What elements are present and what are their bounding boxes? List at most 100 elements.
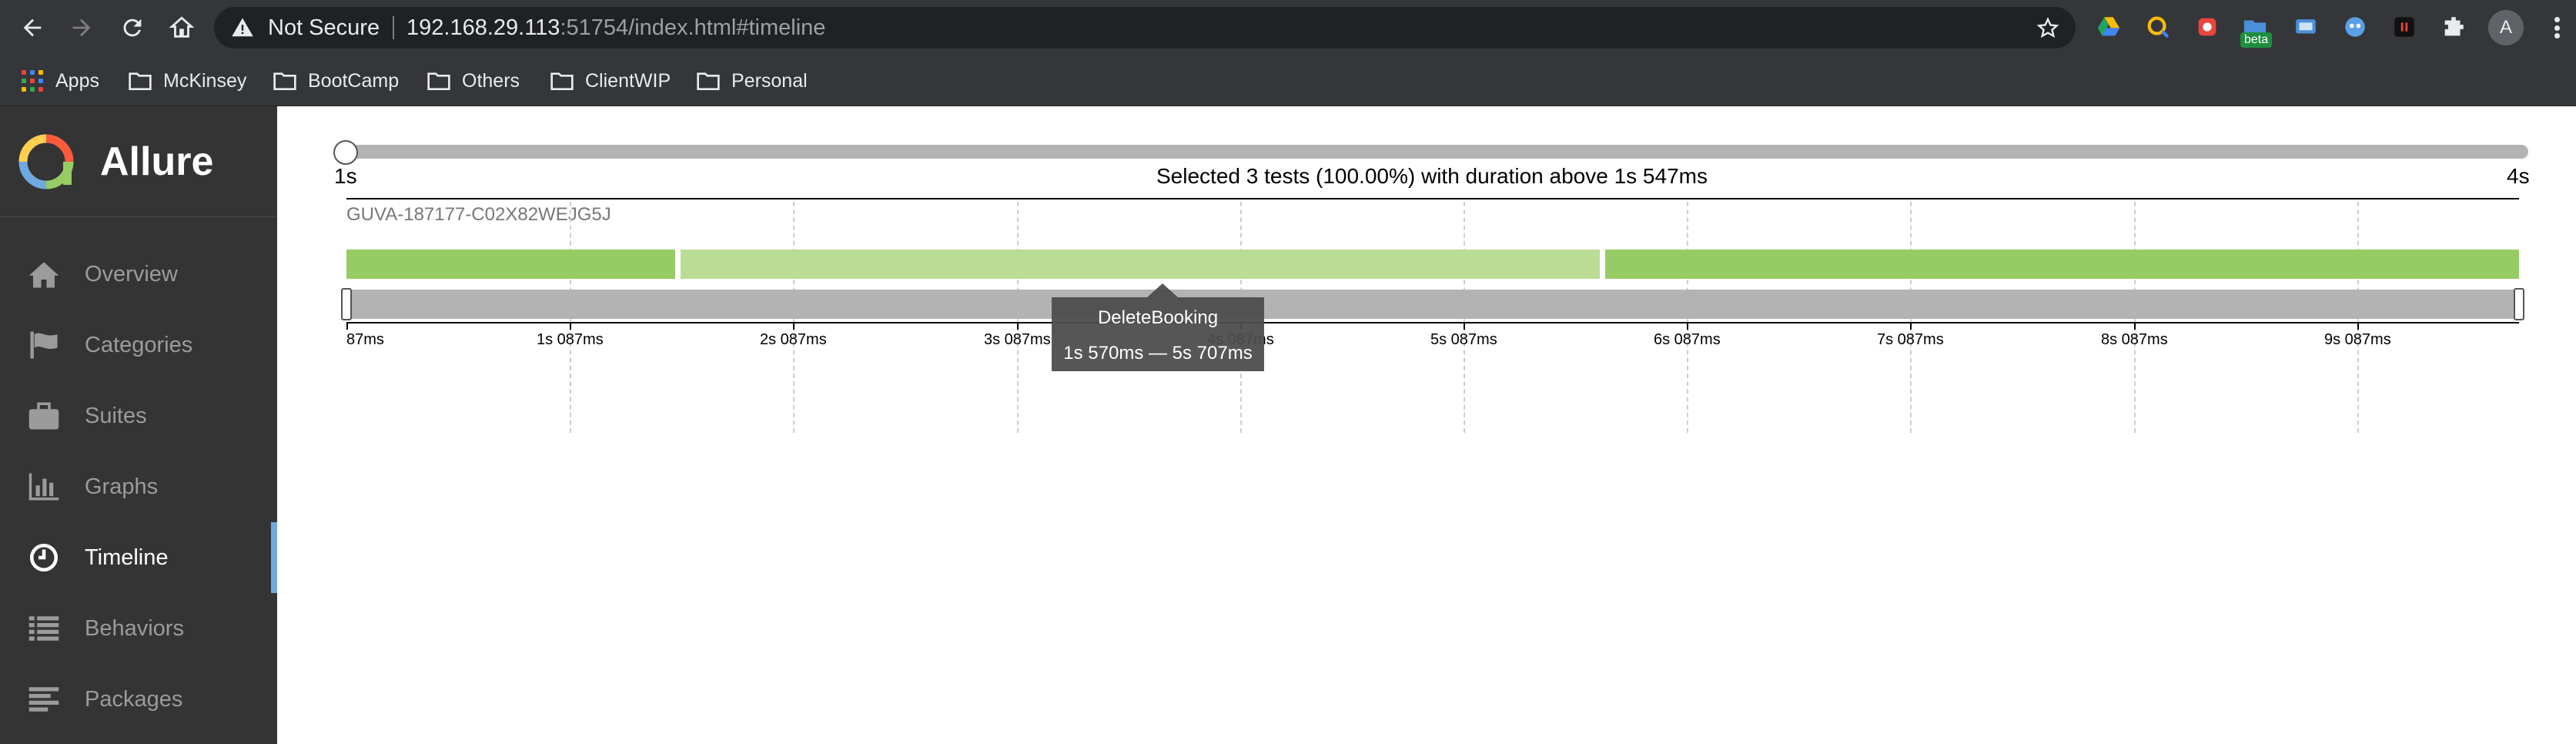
axis-tick: [2357, 322, 2359, 330]
folder-icon: [550, 72, 574, 90]
axis-tick: [346, 322, 348, 330]
sidebar-item-overview[interactable]: Overview: [0, 239, 277, 310]
axis-tick: [2134, 322, 2136, 330]
bookmark-label: Apps: [55, 69, 99, 92]
flag-icon: [30, 331, 58, 359]
bookmarks-bar: Apps McKinsey BootCamp Others ClientWIP …: [0, 55, 2576, 106]
test-bar[interactable]: [346, 250, 675, 279]
url-text[interactable]: 192.168.29.113:51754/index.html#timeline: [406, 7, 825, 49]
clock-icon: [29, 543, 59, 572]
bar-chart-icon: [28, 473, 59, 501]
home-button[interactable]: [165, 11, 199, 45]
sidebar-item-graphs[interactable]: Graphs: [0, 451, 277, 522]
axis-tick-label: 5s 087ms: [1430, 331, 1497, 348]
bookmark-label: Others: [462, 69, 520, 92]
bookmark-bootcamp[interactable]: BootCamp: [273, 66, 399, 96]
forward-arrow-icon: [72, 18, 91, 37]
allure-sidebar: Allure Overview Categories Suites Graphs…: [0, 106, 277, 744]
test-bar[interactable]: [1605, 250, 2519, 279]
axis-tick-label: 1s 087ms: [537, 331, 604, 348]
brand[interactable]: Allure: [0, 106, 277, 217]
screen-extension-icon[interactable]: [2293, 14, 2319, 40]
address-separator: [393, 16, 394, 39]
axis-tick-label: 9s 087ms: [2324, 331, 2391, 348]
slider-max-label: 4s: [2507, 164, 2530, 188]
bookmark-personal[interactable]: Personal: [696, 66, 808, 96]
browser-menu-icon[interactable]: [2545, 14, 2568, 42]
briefcase-icon: [28, 402, 59, 430]
robot-extension-icon[interactable]: [2342, 14, 2368, 40]
sidebar-item-packages[interactable]: Packages: [0, 664, 277, 735]
timeline-brush[interactable]: [346, 290, 2519, 319]
duration-slider-handle[interactable]: [333, 140, 358, 165]
address-bar[interactable]: Not Secure 192.168.29.113:51754/index.ht…: [214, 7, 2076, 49]
axis-tick: [1464, 322, 1465, 330]
tooltip-test-name: DeleteBooking: [1097, 307, 1219, 328]
list-icon: [28, 616, 59, 641]
bug-extension-icon[interactable]: [2194, 14, 2220, 40]
url-host: 192.168.29.113: [406, 15, 560, 40]
axis-tick-label: 7s 087ms: [1877, 331, 1944, 348]
bookmark-mckinsey[interactable]: McKinsey: [128, 66, 246, 96]
slider-min-label: 1s: [334, 164, 357, 188]
puzzle-extensions-icon[interactable]: [2441, 14, 2467, 40]
bookmark-apps[interactable]: Apps: [22, 66, 99, 96]
sidebar-item-label: Suites: [85, 404, 147, 428]
brush-left-handle[interactable]: [341, 288, 352, 320]
sidebar-item-label: Categories: [85, 333, 193, 357]
reload-button[interactable]: [115, 11, 149, 45]
sidebar-item-timeline[interactable]: Timeline: [0, 522, 277, 593]
url-path: :51754/index.html#timeline: [560, 15, 826, 40]
bookmark-label: Personal: [731, 69, 808, 92]
app-name: Allure: [100, 139, 214, 184]
duration-slider-track[interactable]: [346, 145, 2528, 159]
bookmark-label: BootCamp: [308, 69, 400, 92]
folder-icon: [427, 72, 450, 90]
google-drive-icon[interactable]: [2096, 14, 2122, 40]
test-tooltip: DeleteBooking 1s 570ms — 5s 707ms: [1052, 297, 1264, 371]
sidebar-item-label: Behaviors: [85, 616, 184, 641]
sidebar-item-label: Graphs: [85, 474, 159, 499]
sidebar-item-label: Timeline: [85, 545, 169, 570]
bookmark-label: ClientWIP: [585, 69, 671, 92]
dark-extension-icon[interactable]: [2391, 14, 2417, 40]
sidebar-item-categories[interactable]: Categories: [0, 310, 277, 380]
tooltip-arrow: [1147, 283, 1178, 297]
axis-tick-label: 6s 087ms: [1654, 331, 1721, 348]
timeline-top-border: [346, 198, 2519, 199]
sidebar-item-suites[interactable]: Suites: [0, 380, 277, 451]
folder-icon: [129, 72, 152, 90]
axis-tick: [793, 322, 795, 330]
bookmark-star-icon[interactable]: [2036, 16, 2060, 41]
beta-badge: beta: [2240, 32, 2273, 48]
back-arrow-icon: [23, 18, 42, 37]
bookmark-clientwip[interactable]: ClientWIP: [550, 66, 671, 96]
home-icon: [28, 262, 59, 288]
forward-button[interactable]: [65, 11, 99, 45]
home-outline-icon: [169, 16, 195, 38]
sidebar-item-behaviors[interactable]: Behaviors: [0, 593, 277, 664]
allure-logo-icon: [18, 134, 74, 189]
bookmark-label: McKinsey: [163, 69, 247, 92]
active-indicator: [271, 522, 277, 593]
search-lens-extension-icon[interactable]: [2145, 14, 2171, 40]
axis-tick: [570, 322, 571, 330]
timeline-view: 1s Selected 3 tests (100.00%) with durat…: [277, 106, 2576, 744]
folder-icon: [697, 72, 720, 90]
profile-avatar[interactable]: A: [2488, 10, 2524, 45]
brush-right-handle[interactable]: [2514, 288, 2524, 320]
sidebar-item-label: Packages: [85, 687, 183, 712]
tooltip-time-range: 1s 570ms — 5s 707ms: [1063, 343, 1253, 364]
time-axis: [346, 322, 2519, 323]
bookmark-others[interactable]: Others: [427, 66, 520, 96]
axis-tick-label: 87ms: [346, 331, 384, 348]
axis-tick-label: 8s 087ms: [2101, 331, 2168, 348]
sidebar-item-label: Overview: [85, 262, 178, 287]
axis-tick: [1017, 322, 1019, 330]
back-button[interactable]: [15, 11, 49, 45]
security-status[interactable]: Not Secure: [268, 7, 380, 49]
align-left-icon: [28, 687, 59, 712]
axis-tick: [1687, 322, 1688, 330]
warning-icon[interactable]: [231, 16, 254, 39]
test-bar[interactable]: [681, 250, 1600, 279]
